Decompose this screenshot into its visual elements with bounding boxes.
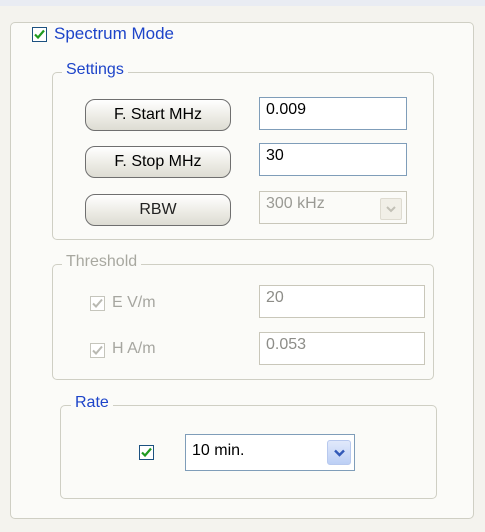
settings-legend: Settings — [62, 61, 128, 79]
top-strip — [0, 0, 485, 6]
rate-select-value: 10 min. — [192, 442, 245, 459]
h-threshold-field: 0.053 — [259, 332, 425, 365]
f-start-button[interactable]: F. Start MHz — [85, 99, 231, 131]
f-stop-field[interactable]: 30 — [259, 143, 407, 176]
spectrum-mode-legend: Spectrum Mode — [26, 24, 180, 44]
h-threshold-label: H A/m — [112, 340, 156, 357]
rbw-select: 300 kHz — [259, 191, 407, 224]
spectrum-mode-checkbox[interactable] — [32, 26, 47, 42]
rate-checkbox[interactable] — [139, 445, 154, 460]
e-threshold-field: 20 — [259, 285, 425, 318]
check-icon — [92, 298, 103, 308]
check-icon — [92, 345, 103, 355]
f-start-field[interactable]: 0.009 — [259, 97, 407, 130]
e-threshold-label: E V/m — [112, 294, 156, 311]
chevron-down-icon[interactable] — [327, 440, 351, 465]
rate-select[interactable]: 10 min. — [185, 434, 355, 471]
rbw-select-value: 300 kHz — [266, 195, 325, 212]
rbw-button[interactable]: RBW — [85, 194, 231, 226]
check-icon — [141, 447, 152, 458]
f-stop-button[interactable]: F. Stop MHz — [85, 146, 231, 178]
rate-legend: Rate — [71, 394, 113, 412]
chevron-down-icon — [380, 198, 402, 220]
check-icon — [34, 29, 45, 39]
threshold-legend: Threshold — [62, 253, 142, 271]
spectrum-mode-label: Spectrum Mode — [54, 24, 174, 43]
h-threshold-checkbox — [90, 343, 105, 358]
e-threshold-checkbox — [90, 296, 105, 311]
